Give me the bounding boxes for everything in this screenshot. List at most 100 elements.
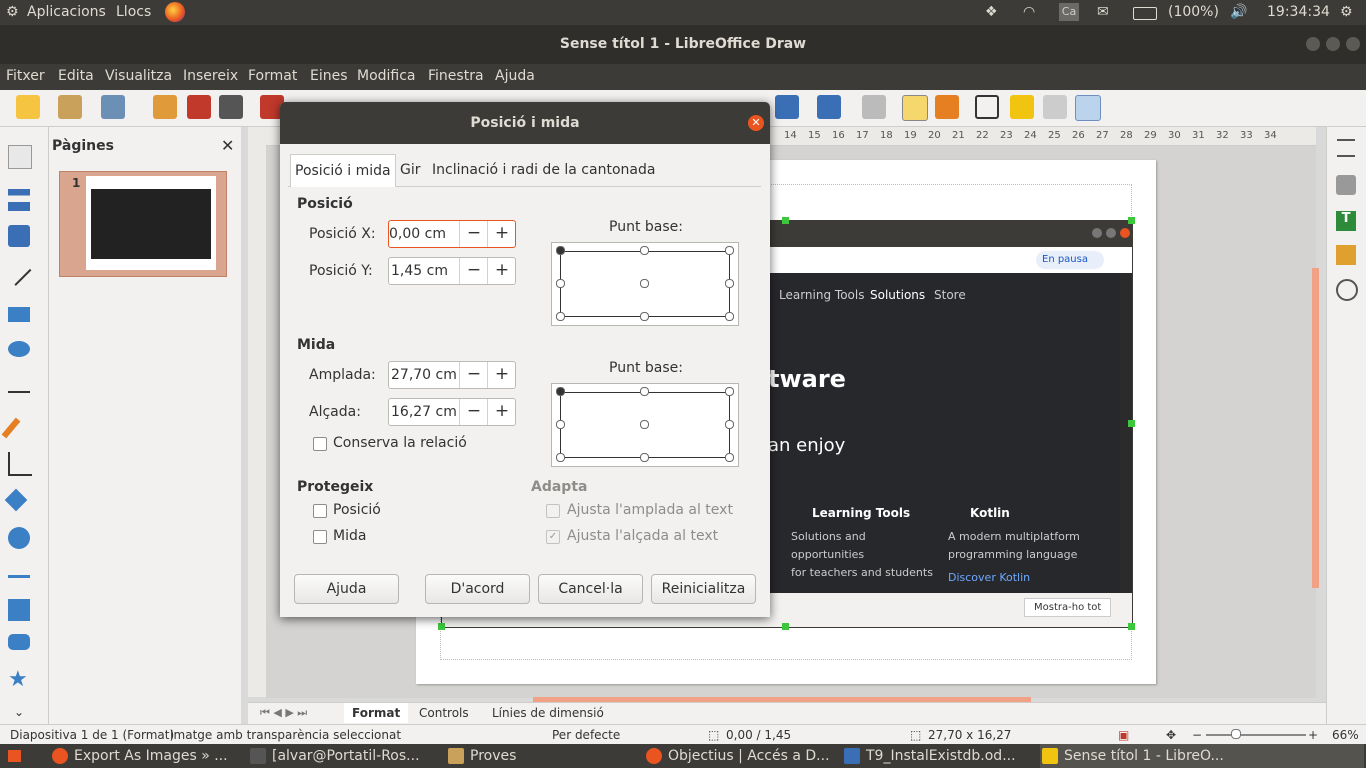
page-thumbnail[interactable]: 1	[59, 171, 227, 277]
settings-icon[interactable]: ⚙	[1340, 4, 1353, 20]
width-increment[interactable]: +	[487, 362, 516, 388]
arrow-line-icon[interactable]	[8, 385, 30, 393]
pos-x-increment[interactable]: +	[487, 221, 516, 247]
keep-ratio-label[interactable]: Conserva la relació	[333, 435, 467, 451]
tab-nav-arrows[interactable]: ⏮ ◀ ▶ ⏭	[260, 706, 307, 720]
keep-ratio-checkbox[interactable]	[313, 437, 327, 451]
ok-button[interactable]: D'acord	[425, 574, 530, 604]
help-button[interactable]: Ajuda	[294, 574, 399, 604]
clock[interactable]: 19:34:34	[1267, 4, 1330, 20]
tab-slant-corner[interactable]: Inclinació i radi de la cantonada	[428, 154, 659, 186]
size-point-top-left[interactable]	[556, 387, 565, 396]
points-icon[interactable]	[975, 95, 999, 119]
document-modified-icon[interactable]: ▣	[1118, 728, 1129, 742]
cancel-button[interactable]: Cancel·la	[538, 574, 643, 604]
menu-insert[interactable]: Insereix	[183, 68, 238, 84]
applications-menu[interactable]: Aplicacions	[27, 4, 106, 20]
width-field[interactable]: 27,70 cm − +	[388, 361, 516, 389]
tab-dimension-lines[interactable]: Línies de dimensió	[492, 706, 604, 720]
pos-y-value[interactable]: 1,45 cm	[391, 263, 448, 279]
new-document-icon[interactable]	[16, 95, 40, 119]
ellipse-icon[interactable]	[8, 341, 30, 357]
distribute-icon[interactable]	[862, 95, 886, 119]
menu-help[interactable]: Ajuda	[495, 68, 535, 84]
base-point-top-right[interactable]	[725, 246, 734, 255]
sidebar-menu-icon[interactable]	[1337, 139, 1355, 157]
flowchart-icon[interactable]	[8, 599, 30, 621]
export-pdf-icon[interactable]	[187, 95, 211, 119]
protect-position-checkbox[interactable]	[313, 504, 327, 518]
pos-y-increment[interactable]: +	[487, 258, 516, 284]
menu-file[interactable]: Fitxer	[6, 68, 45, 84]
callouts-icon[interactable]	[8, 634, 30, 650]
glue-points-icon[interactable]	[1010, 95, 1034, 119]
size-point-middle-left[interactable]	[556, 420, 565, 429]
firefox-icon[interactable]	[165, 2, 185, 22]
protect-size-checkbox[interactable]	[313, 530, 327, 544]
stars-icon[interactable]: ★	[8, 669, 30, 691]
close-icon[interactable]	[1346, 37, 1360, 51]
arrange-icon[interactable]	[817, 95, 841, 119]
resize-handle-e[interactable]	[1128, 420, 1135, 427]
crop-icon[interactable]	[935, 95, 959, 119]
base-point-bottom-left[interactable]	[556, 312, 565, 321]
tab-format[interactable]: Format	[344, 703, 409, 723]
height-increment[interactable]: +	[487, 399, 516, 425]
styles-icon[interactable]: T	[1336, 211, 1356, 231]
dialog-close-icon[interactable]: ✕	[748, 115, 764, 131]
size-point-bottom-center[interactable]	[640, 453, 649, 462]
resize-handle-s[interactable]	[782, 623, 789, 630]
symbol-shapes-icon[interactable]	[8, 527, 30, 549]
menu-edit[interactable]: Edita	[58, 68, 94, 84]
task-proves[interactable]: Proves	[446, 744, 516, 768]
pos-x-decrement[interactable]: −	[459, 221, 488, 247]
line-color-icon[interactable]	[8, 189, 30, 211]
toggle-extrusion-icon[interactable]	[1043, 95, 1067, 119]
image-toolbar-icon[interactable]	[1075, 95, 1101, 121]
rectangle-icon[interactable]	[8, 307, 30, 322]
resize-handle-sw[interactable]	[438, 623, 445, 630]
size-point-bottom-right[interactable]	[725, 453, 734, 462]
mail-icon[interactable]: ✉	[1097, 4, 1109, 20]
gallery-icon[interactable]	[1336, 245, 1356, 265]
protect-position-label[interactable]: Posició	[333, 502, 381, 518]
zoom-level[interactable]: 66%	[1332, 728, 1359, 742]
save-icon[interactable]	[101, 95, 125, 119]
pos-y-field[interactable]: 1,45 cm − +	[388, 257, 516, 285]
fill-color-icon[interactable]	[8, 225, 30, 247]
battery-icon[interactable]	[1133, 7, 1157, 20]
pos-x-field[interactable]: 0,00 cm − +	[388, 220, 516, 248]
base-point-bottom-center[interactable]	[640, 312, 649, 321]
menu-window[interactable]: Finestra	[428, 68, 484, 84]
zoom-in-icon[interactable]: +	[1308, 728, 1318, 742]
align-icon[interactable]	[775, 95, 799, 119]
task-terminal[interactable]: [alvar@Portatil-Ros...	[248, 744, 420, 768]
zoom-slider-thumb[interactable]	[1231, 729, 1241, 739]
vertical-scrollbar[interactable]	[1312, 268, 1319, 588]
open-folder-icon[interactable]	[58, 95, 82, 119]
task-libreoffice-draw[interactable]: Sense títol 1 - LibreO...	[1040, 744, 1364, 768]
height-decrement[interactable]: −	[459, 399, 488, 425]
pencil-icon[interactable]	[1, 417, 21, 439]
wifi-icon[interactable]: ◠	[1023, 4, 1035, 20]
tab-rotation[interactable]: Gir	[396, 154, 425, 186]
volume-icon[interactable]: 🔊	[1230, 4, 1247, 20]
print-icon[interactable]	[219, 95, 243, 119]
minimize-icon[interactable]	[1306, 37, 1320, 51]
resize-handle-ne[interactable]	[1128, 217, 1135, 224]
task-objectius[interactable]: Objectius | Accés a D...	[644, 744, 830, 768]
connector-icon[interactable]	[8, 452, 32, 476]
export-icon[interactable]	[153, 95, 177, 119]
base-point-center[interactable]	[640, 279, 649, 288]
menu-modify[interactable]: Modifica	[357, 68, 416, 84]
size-point-bottom-left[interactable]	[556, 453, 565, 462]
menu-tools[interactable]: Eines	[310, 68, 348, 84]
size-point-top-center[interactable]	[640, 387, 649, 396]
task-export-images[interactable]: Export As Images » ...	[50, 744, 228, 768]
task-writer-doc[interactable]: T9_InstalExistdb.od...	[842, 744, 1016, 768]
dropbox-icon[interactable]: ❖	[985, 4, 998, 20]
basic-shapes-icon[interactable]	[4, 488, 28, 512]
block-arrows-icon[interactable]	[8, 567, 30, 578]
protect-size-label[interactable]: Mida	[333, 528, 366, 544]
maximize-icon[interactable]	[1326, 37, 1340, 51]
